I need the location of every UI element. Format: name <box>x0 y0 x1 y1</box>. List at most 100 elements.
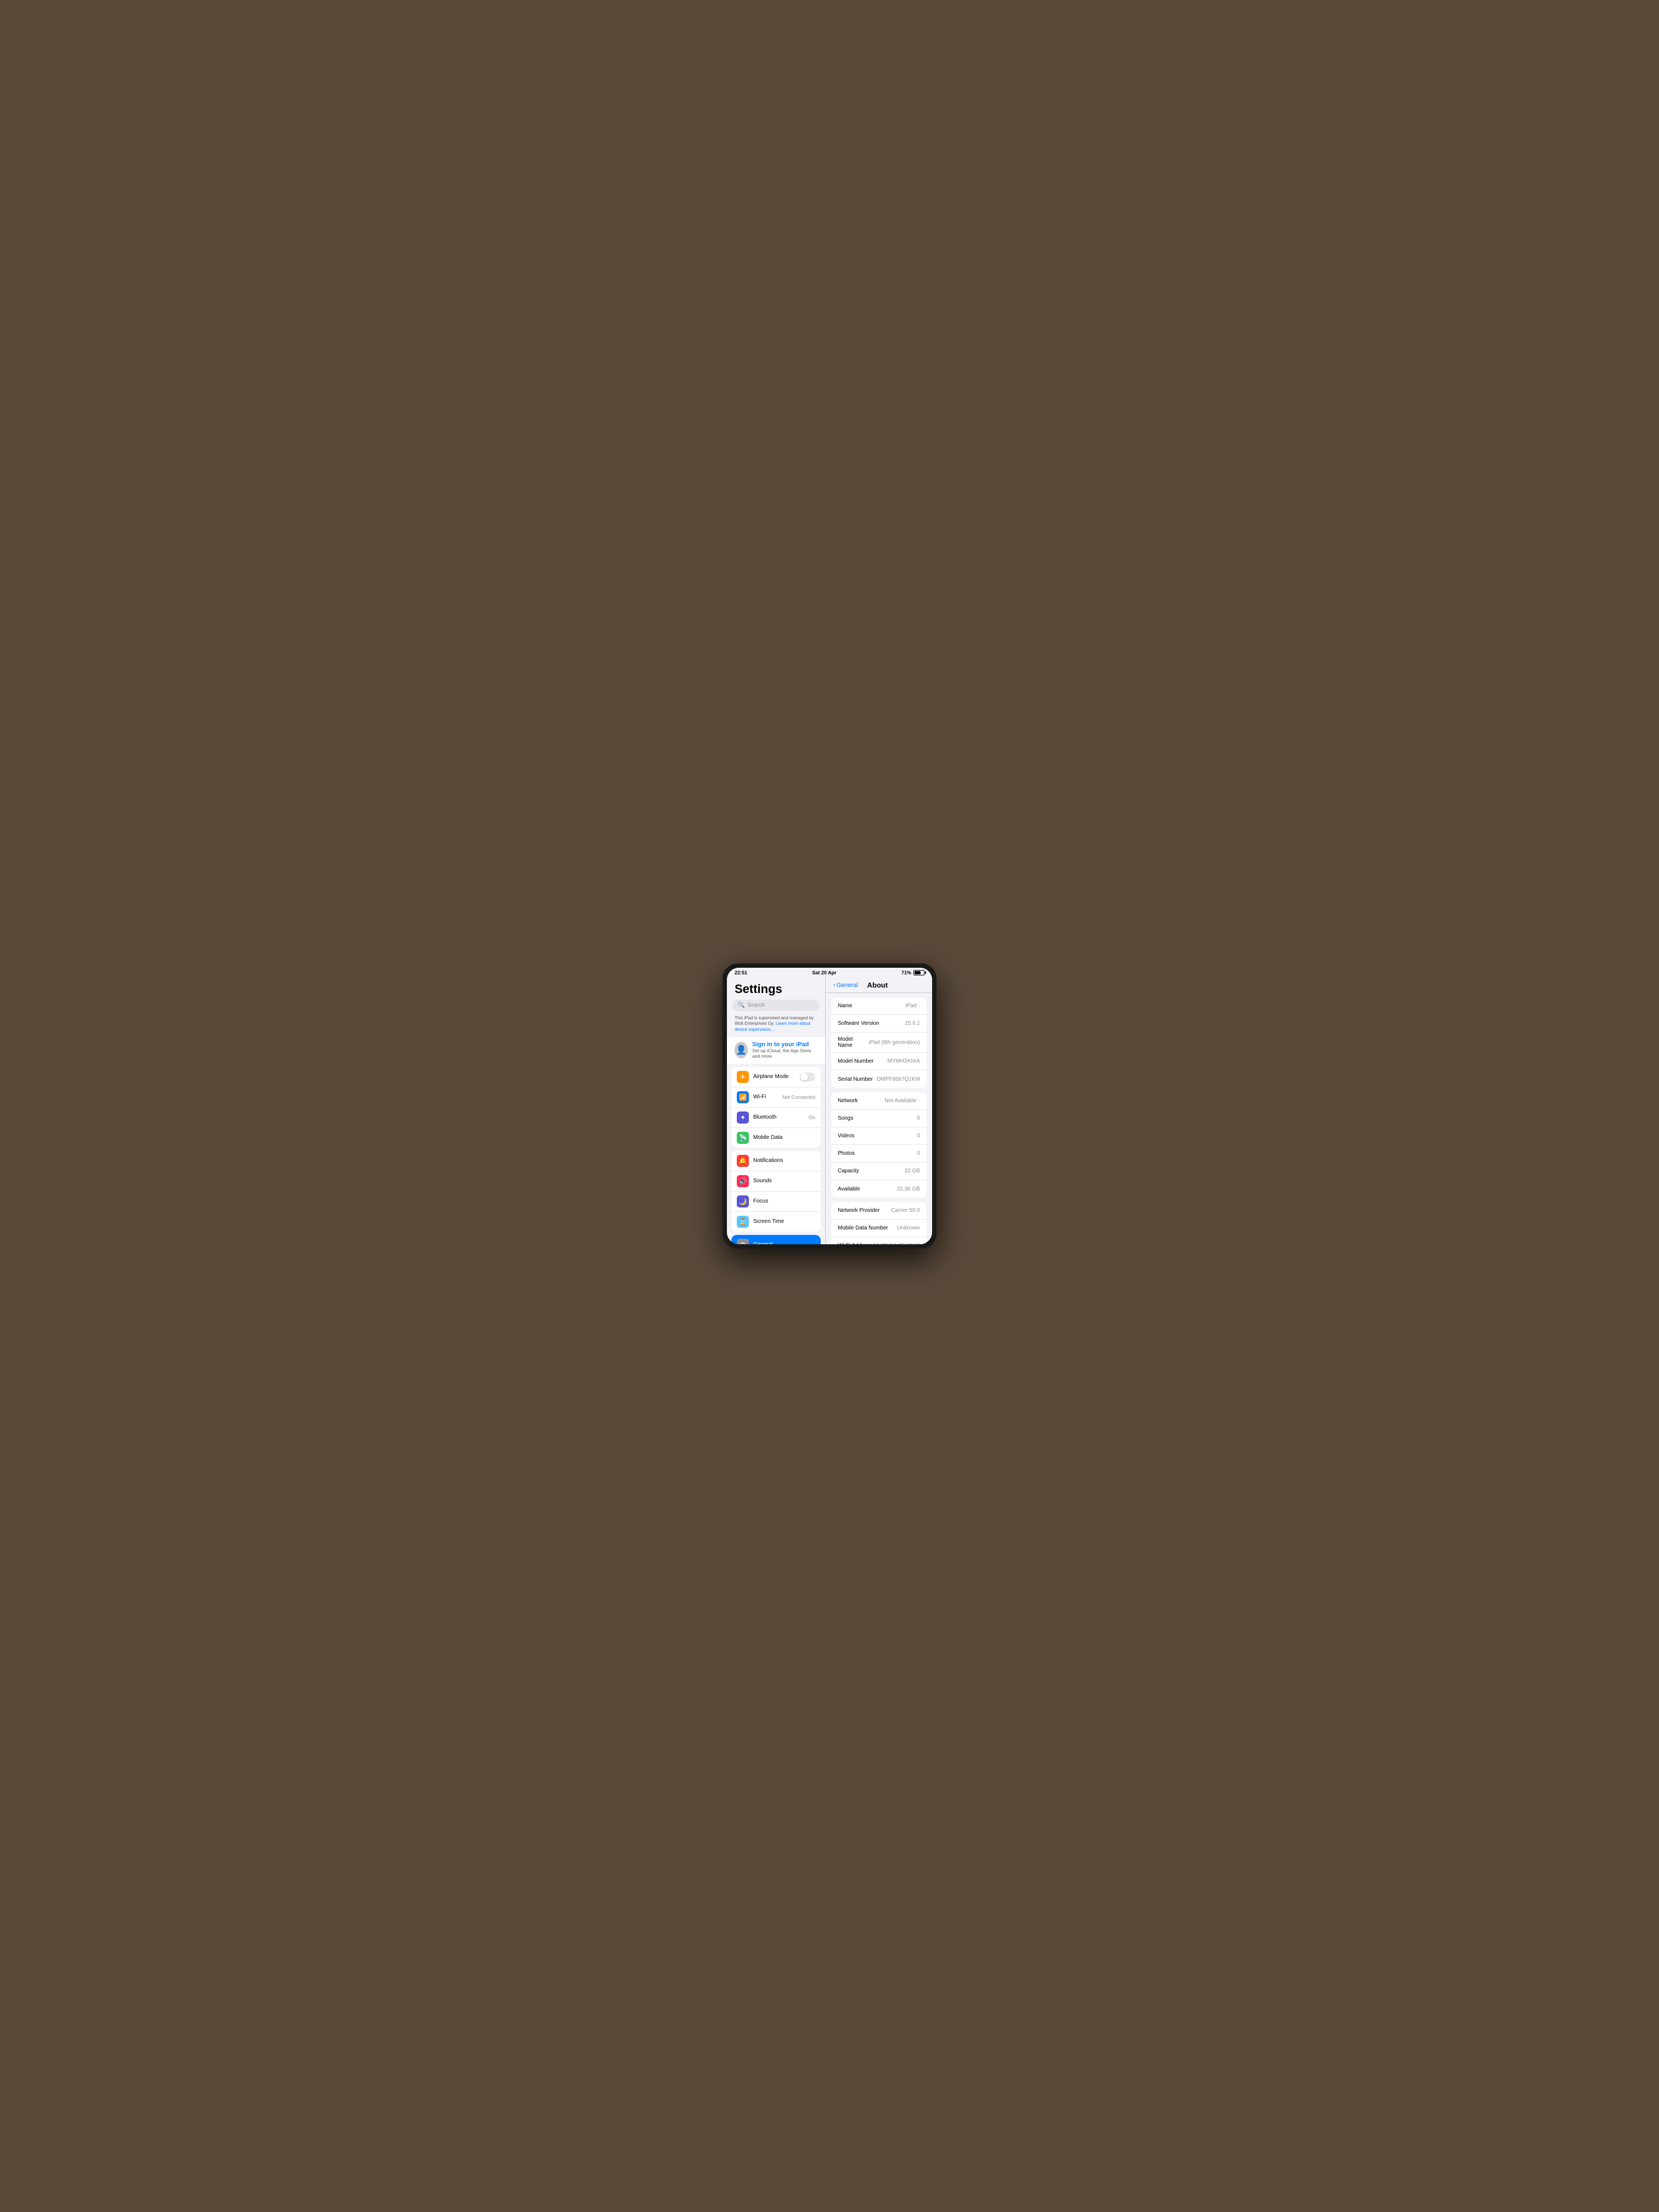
info-row-modelnumber: Model Number MYMH2KN/A <box>831 1053 927 1070</box>
search-bar[interactable]: 🔍 Search <box>732 1000 820 1011</box>
info-row-name[interactable]: Name iPad › <box>831 997 927 1015</box>
airplane-label: Airplane Mode <box>753 1074 795 1080</box>
focus-icon: 🌙 <box>737 1195 749 1207</box>
back-button[interactable]: ‹ General <box>833 982 858 989</box>
info-row-capacity: Capacity 32 GB <box>831 1163 927 1180</box>
sidebar-title: Settings <box>727 977 825 1000</box>
videos-label: Videos <box>838 1133 917 1139</box>
capacity-label: Capacity <box>838 1168 905 1174</box>
networkprovider-value: Carrier 50.0 <box>891 1207 920 1214</box>
about-group-1: Name iPad › Software Version 15.6.1 Mode… <box>831 997 927 1088</box>
name-label: Name <box>838 1003 906 1009</box>
info-row-available: Available 22,36 GB <box>831 1180 927 1198</box>
screentime-icon: ⌛ <box>737 1216 749 1228</box>
info-row-networkprovider: Network Provider Carrier 50.0 <box>831 1202 927 1220</box>
sidebar-item-screentime[interactable]: ⌛ Screen Time <box>731 1212 821 1232</box>
settings-group-notifications: 🔔 Notifications 🔊 Sounds 🌙 Focus ⌛ Scree… <box>731 1151 821 1232</box>
focus-label: Focus <box>753 1198 815 1204</box>
back-label: General <box>837 982 858 989</box>
network-chevron: › <box>918 1098 920 1104</box>
notifications-icon: 🔔 <box>737 1155 749 1167</box>
available-value: 22,36 GB <box>897 1186 920 1192</box>
name-chevron: › <box>918 1003 920 1009</box>
status-right: 71% <box>901 970 924 975</box>
status-time: 22:51 <box>735 970 747 975</box>
sign-in-title: Sign in to your iPad <box>752 1041 817 1048</box>
battery-icon <box>913 970 924 975</box>
status-date: Sat 20 Apr <box>812 970 836 975</box>
sidebar: Settings 🔍 Search This iPad is supervise… <box>727 977 826 1244</box>
ipad-device: 22:51 Sat 20 Apr 71% Settings 🔍 Search <box>723 963 936 1249</box>
songs-value: 0 <box>917 1115 920 1121</box>
info-row-network[interactable]: Network Not Available › <box>831 1092 927 1110</box>
sidebar-item-bluetooth[interactable]: ✦ Bluetooth On <box>731 1108 821 1128</box>
mobiledatanumber-value: Unknown <box>897 1225 920 1231</box>
software-value: 15.6.1 <box>905 1020 920 1026</box>
airplane-toggle[interactable] <box>800 1073 815 1081</box>
photos-label: Photos <box>838 1150 917 1156</box>
wifiaddress-value: 10:CE:E9:0E:93:10 <box>873 1243 920 1244</box>
networkprovider-label: Network Provider <box>838 1207 891 1214</box>
info-row-software: Software Version 15.6.1 <box>831 1015 927 1032</box>
serial-label: Serial Number <box>838 1076 877 1082</box>
bluetooth-icon: ✦ <box>737 1111 749 1124</box>
general-label: General <box>753 1242 815 1244</box>
airplane-icon: ✈ <box>737 1071 749 1083</box>
sign-in-text: Sign in to your iPad Set up iCloud, the … <box>752 1041 817 1059</box>
sign-in-box[interactable]: 👤 Sign in to your iPad Set up iCloud, th… <box>727 1037 825 1063</box>
mobiledata-label: Mobile Data <box>753 1135 815 1141</box>
available-label: Available <box>838 1186 897 1192</box>
search-placeholder: Search <box>747 1002 765 1008</box>
info-row-wifiaddress: Wi-Fi Address 10:CE:E9:0E:93:10 <box>831 1237 927 1244</box>
settings-group-network: ✈ Airplane Mode 📶 Wi-Fi Not Connected ✦ … <box>731 1067 821 1148</box>
about-group-3: Network Provider Carrier 50.0 Mobile Dat… <box>831 1202 927 1244</box>
info-row-modelname: Model Name iPad (8th generation) <box>831 1032 927 1053</box>
screentime-label: Screen Time <box>753 1218 815 1224</box>
sounds-label: Sounds <box>753 1178 815 1184</box>
info-row-songs: Songs 0 <box>831 1110 927 1127</box>
chevron-left-icon: ‹ <box>833 982 836 989</box>
network-value: Not Available › <box>884 1098 920 1104</box>
wifi-label: Wi-Fi <box>753 1094 778 1100</box>
panel-header: ‹ General About <box>826 977 932 993</box>
songs-label: Songs <box>838 1115 917 1121</box>
name-value: iPad › <box>906 1003 920 1009</box>
info-row-videos: Videos 0 <box>831 1127 927 1145</box>
avatar: 👤 <box>735 1042 748 1058</box>
status-bar: 22:51 Sat 20 Apr 71% <box>727 968 932 977</box>
sidebar-item-notifications[interactable]: 🔔 Notifications <box>731 1151 821 1171</box>
videos-value: 0 <box>917 1133 920 1139</box>
network-label: Network <box>838 1098 884 1104</box>
capacity-value: 32 GB <box>905 1168 920 1174</box>
sign-in-subtitle: Set up iCloud, the App Store and more. <box>752 1048 817 1059</box>
modelname-label: Model Name <box>838 1036 869 1048</box>
right-panel: ‹ General About Name iPad › <box>826 977 932 1244</box>
bluetooth-value: On <box>809 1115 815 1120</box>
info-row-mobiledatanumber: Mobile Data Number Unknown <box>831 1220 927 1237</box>
notifications-label: Notifications <box>753 1158 815 1164</box>
mobiledatanumber-label: Mobile Data Number <box>838 1225 897 1231</box>
sidebar-item-focus[interactable]: 🌙 Focus <box>731 1192 821 1212</box>
sidebar-item-airplane[interactable]: ✈ Airplane Mode <box>731 1067 821 1087</box>
sounds-icon: 🔊 <box>737 1175 749 1187</box>
sidebar-item-wifi[interactable]: 📶 Wi-Fi Not Connected <box>731 1087 821 1108</box>
software-label: Software Version <box>838 1020 905 1026</box>
info-row-serial: Serial Number DMPF8687Q1KM <box>831 1070 927 1088</box>
about-group-2: Network Not Available › Songs 0 Videos 0 <box>831 1092 927 1198</box>
serial-value: DMPF8687Q1KM <box>877 1076 920 1082</box>
supervision-text: This iPad is supervised and managed by W… <box>727 1015 825 1037</box>
bluetooth-label: Bluetooth <box>753 1114 804 1120</box>
info-row-photos: Photos 0 <box>831 1145 927 1163</box>
screen: 22:51 Sat 20 Apr 71% Settings 🔍 Search <box>727 968 932 1244</box>
wifi-value: Not Connected <box>782 1094 815 1100</box>
panel-title: About <box>858 981 897 989</box>
photos-value: 0 <box>917 1150 920 1156</box>
sidebar-item-mobiledata[interactable]: 📡 Mobile Data <box>731 1128 821 1148</box>
sidebar-item-general[interactable]: ⚙ General <box>731 1235 821 1244</box>
sidebar-item-sounds[interactable]: 🔊 Sounds <box>731 1171 821 1192</box>
wifi-icon: 📶 <box>737 1091 749 1103</box>
settings-group-general: ⚙ General ◎ Control Centre AA Display & … <box>731 1235 821 1244</box>
main-content: Settings 🔍 Search This iPad is supervise… <box>727 977 932 1244</box>
wifiaddress-label: Wi-Fi Address <box>838 1243 873 1244</box>
general-icon: ⚙ <box>737 1239 749 1244</box>
